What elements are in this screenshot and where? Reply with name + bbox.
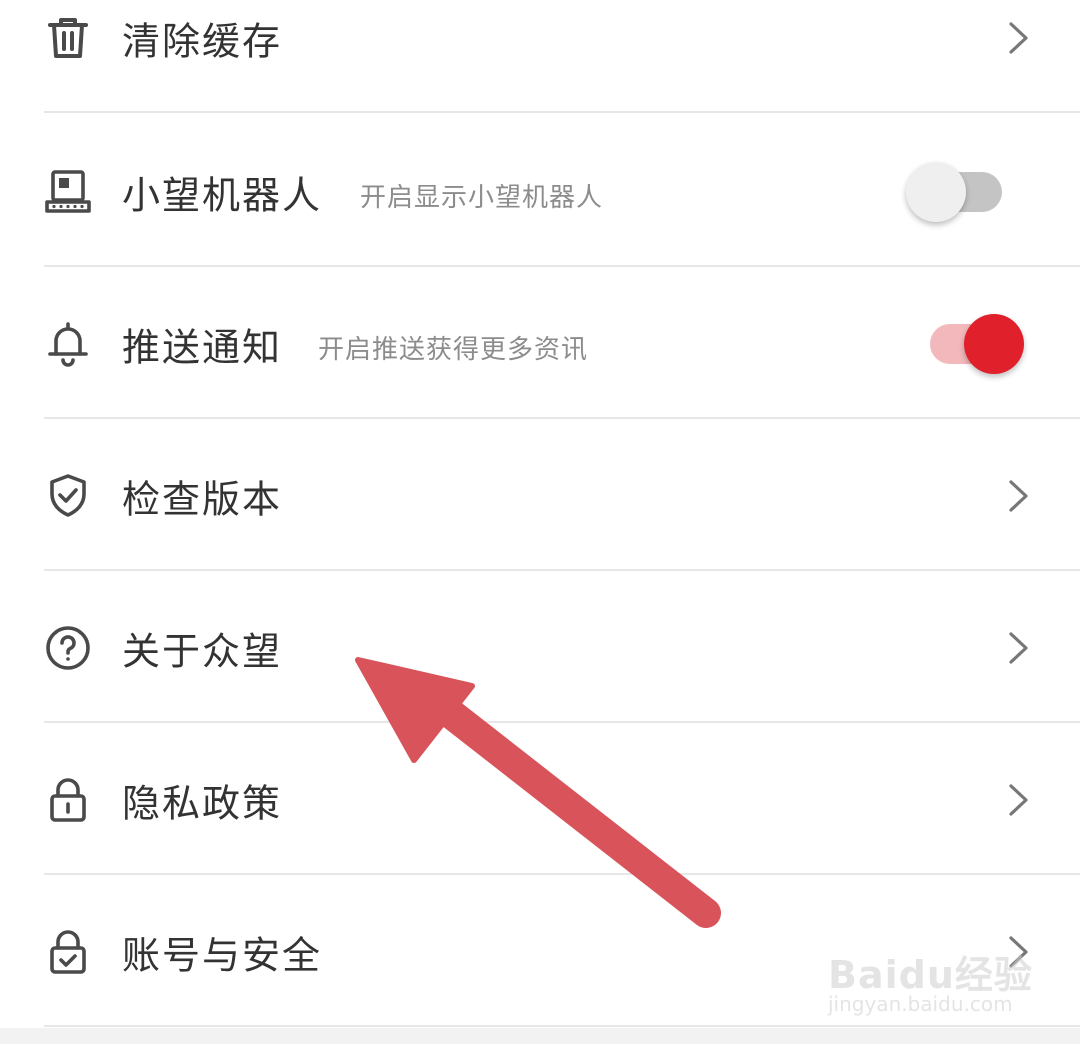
settings-item-label: 账号与安全 [122, 933, 323, 978]
divider [44, 721, 1080, 723]
settings-row-check-version[interactable]: 检查版本 [0, 421, 1080, 571]
baidu-jingyan-watermark: Baidu经验 jingyan.baidu.com [828, 930, 1032, 1020]
settings-item-label: 隐私政策 [122, 781, 283, 826]
lock-icon [44, 776, 92, 824]
toggle-knob [964, 314, 1024, 374]
lock-check-icon [44, 928, 92, 976]
chevron-right-icon [1008, 782, 1030, 818]
settings-item-subtitle: 开启推送获得更多资讯 [318, 335, 589, 366]
robot-icon [44, 168, 92, 216]
divider [44, 111, 1080, 113]
chevron-right-icon [1008, 478, 1030, 514]
settings-row-privacy[interactable]: 隐私政策 [0, 725, 1080, 875]
shield-check-icon [44, 472, 92, 520]
chevron-right-icon [1008, 630, 1030, 666]
settings-item-label: 小望机器人 [122, 173, 323, 218]
settings-item-subtitle: 开启显示小望机器人 [360, 183, 604, 214]
bell-icon [44, 320, 92, 368]
divider [44, 569, 1080, 571]
robot-toggle[interactable] [906, 162, 1004, 222]
settings-row-about[interactable]: 关于众望 [0, 573, 1080, 723]
settings-item-label: 关于众望 [122, 629, 283, 674]
divider [44, 1025, 1080, 1027]
divider [44, 873, 1080, 875]
chevron-right-icon [1008, 20, 1030, 56]
settings-row-push: 推送通知 开启推送获得更多资讯 [0, 269, 1080, 419]
settings-item-label: 推送通知 [122, 325, 283, 370]
divider [44, 417, 1080, 419]
push-toggle[interactable] [930, 314, 1026, 374]
watermark-url: jingyan.baidu.com [828, 992, 1013, 1016]
help-circle-icon [44, 624, 92, 672]
settings-row-clear-cache[interactable]: 清除缓存 [0, 0, 1080, 113]
watermark-brand: Baidu经验 [828, 953, 1033, 997]
trash-icon [44, 14, 92, 62]
bottom-spacer [0, 1028, 1080, 1044]
settings-row-robot: 小望机器人 开启显示小望机器人 [0, 117, 1080, 267]
settings-item-label: 清除缓存 [122, 19, 283, 64]
divider [44, 265, 1080, 267]
toggle-knob [906, 162, 966, 222]
settings-page: 清除缓存 小望机器人 开启显示小望机器人 推送通知 开启推送获得更多资讯 检查版… [0, 0, 1080, 1044]
settings-item-label: 检查版本 [122, 477, 283, 522]
